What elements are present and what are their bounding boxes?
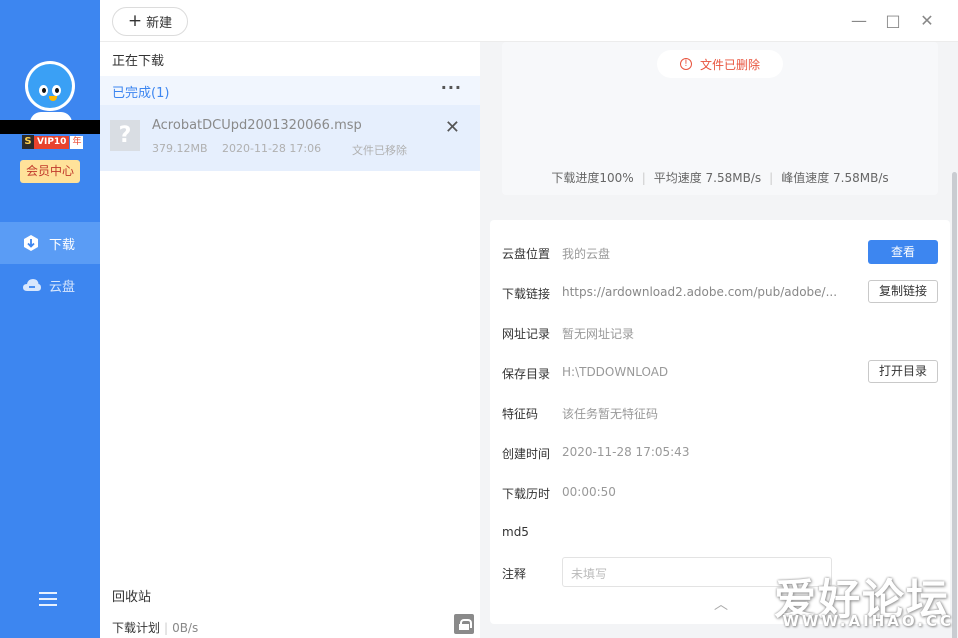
- file-deleted-text: 文件已删除: [699, 57, 760, 72]
- nav-item-cloud[interactable]: 云盘: [0, 264, 100, 306]
- download-stats: 下载进度100% | 平均速度 7.58MB/s | 峰值速度 7.58MB/s: [502, 169, 938, 186]
- task-file-name: AcrobatDCUpd2001320066.msp: [152, 118, 362, 133]
- section-completed-label: 已完成(1): [112, 86, 170, 101]
- created-time-label: 创建时间: [502, 447, 551, 461]
- duration-value: 00:00:50: [562, 485, 616, 499]
- url-record-value: 暂无网址记录: [562, 327, 635, 341]
- download-link-value: https://ardownload2.adobe.com/pub/adobe/…: [562, 285, 838, 299]
- maximize-icon[interactable]: □: [876, 10, 910, 32]
- file-deleted-notice: ! 文件已删除: [657, 50, 783, 78]
- nav-item-download[interactable]: 下载: [0, 222, 100, 264]
- signature-value: 该任务暂无特征码: [562, 407, 659, 421]
- watermark: 爱好论坛 WWW.AIHAO.CC: [742, 566, 958, 638]
- task-list-panel: + 新建 正在下载 已完成(1) ··· ? AcrobatDCUpd20013…: [100, 0, 480, 638]
- download-plan[interactable]: 下载计划 | 0B/s: [112, 619, 198, 636]
- cloud-location-value: 我的云盘: [562, 247, 611, 261]
- save-dir-label: 保存目录: [502, 367, 551, 381]
- more-options-icon[interactable]: ···: [441, 78, 462, 97]
- unknown-file-icon: ?: [110, 120, 140, 151]
- download-plan-speed: 0B/s: [172, 621, 199, 635]
- duration-label: 下载历时: [502, 487, 551, 501]
- vip-badge: S VIP10 年: [22, 135, 84, 149]
- created-time-value: 2020-11-28 17:05:43: [562, 445, 690, 459]
- download-icon: [22, 234, 40, 252]
- nav-label: 云盘: [49, 279, 76, 295]
- progress-card: ! 文件已删除 下载进度100% | 平均速度 7.58MB/s | 峰值速度 7.58…: [502, 42, 938, 195]
- collapse-up-icon[interactable]: ︿: [714, 594, 728, 614]
- average-speed: 平均速度 7.58MB/s: [653, 171, 762, 185]
- avatar[interactable]: [25, 61, 75, 111]
- md5-label: md5: [502, 525, 529, 539]
- scrollbar[interactable]: [950, 42, 958, 638]
- lock-icon[interactable]: [454, 614, 474, 634]
- vip-s-mark: S: [22, 135, 34, 149]
- open-dir-button[interactable]: 打开目录: [868, 360, 938, 383]
- vip-unit: 年: [70, 135, 84, 149]
- minimize-icon[interactable]: —: [842, 10, 876, 32]
- cloud-location-label: 云盘位置: [502, 247, 551, 261]
- download-plan-label: 下载计划: [112, 621, 161, 635]
- new-task-label: 新建: [146, 16, 173, 31]
- signature-label: 特征码: [502, 407, 539, 421]
- section-downloading[interactable]: 正在下载: [112, 50, 164, 69]
- task-info-card: 云盘位置 我的云盘 查看 下载链接 https://ardownload2.ad…: [490, 220, 950, 624]
- close-window-icon[interactable]: ✕: [910, 10, 944, 32]
- task-row[interactable]: ? AcrobatDCUpd2001320066.msp ✕ 379.12MB …: [100, 105, 480, 171]
- view-cloud-button[interactable]: 查看: [868, 240, 938, 264]
- close-icon[interactable]: ✕: [445, 117, 460, 138]
- watermark-url: WWW.AIHAO.CC: [782, 612, 954, 630]
- new-task-button[interactable]: + 新建: [112, 7, 188, 36]
- sidebar: S VIP10 年 会员中心 下载 云盘: [0, 0, 100, 638]
- save-dir-value: H:\TDDOWNLOAD: [562, 365, 669, 379]
- beak: [49, 96, 57, 101]
- task-time: 2020-11-28 17:06: [222, 142, 322, 155]
- eye: [39, 85, 48, 96]
- note-label: 注释: [502, 567, 527, 581]
- cloud-icon: [22, 276, 41, 294]
- nav-label: 下载: [49, 237, 76, 253]
- vip-level: VIP10: [34, 135, 70, 149]
- peak-speed: 峰值速度 7.58MB/s: [781, 171, 889, 185]
- warning-icon: !: [679, 58, 692, 70]
- hamburger-menu-icon[interactable]: [39, 592, 57, 608]
- section-completed[interactable]: 已完成(1) ···: [100, 76, 480, 105]
- url-record-label: 网址记录: [502, 327, 551, 341]
- vip-center-button[interactable]: 会员中心: [20, 160, 80, 183]
- window-controls: — □ ✕: [842, 10, 944, 32]
- copy-link-button[interactable]: 复制链接: [868, 280, 938, 303]
- download-progress: 下载进度100%: [551, 171, 634, 185]
- divider: |: [769, 171, 774, 185]
- recycle-bin[interactable]: 回收站: [112, 586, 151, 605]
- divider: |: [164, 621, 169, 635]
- plus-icon: +: [127, 11, 143, 31]
- task-status: 文件已移除: [352, 144, 407, 157]
- task-size: 379.12MB: [152, 142, 208, 155]
- bird-avatar-icon: [28, 64, 72, 108]
- eye: [52, 85, 61, 96]
- username-redaction-bar: [0, 120, 100, 134]
- download-link-label: 下载链接: [502, 287, 551, 301]
- divider: |: [641, 171, 646, 185]
